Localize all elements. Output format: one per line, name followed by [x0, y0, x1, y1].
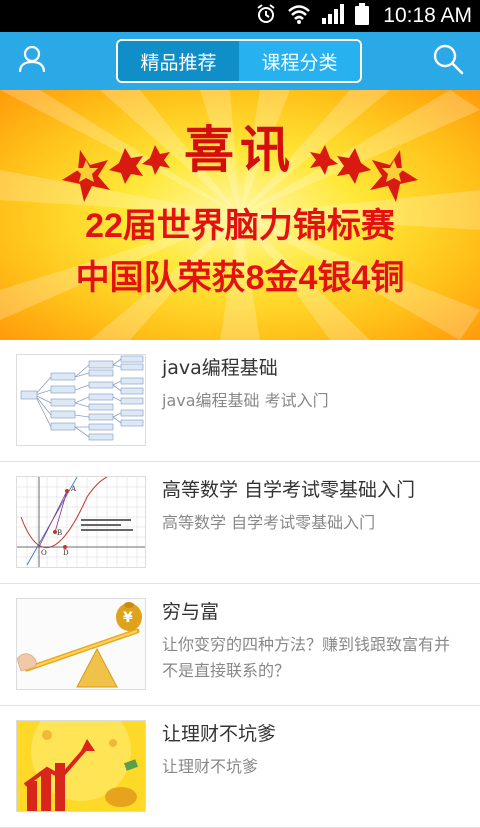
- course-title: 让理财不坑爹: [162, 723, 277, 745]
- tab-featured[interactable]: 精品推荐: [118, 41, 239, 81]
- tab-categories[interactable]: 课程分类: [239, 41, 360, 81]
- promo-banner[interactable]: 喜讯 22届世界脑力锦标赛 中国队荣获8金4银4铜: [0, 90, 480, 340]
- battery-icon: [355, 3, 370, 29]
- banner-line-1: 22届世界脑力锦标赛: [85, 207, 395, 245]
- finance-thumbnail: [16, 720, 146, 812]
- course-title: java编程基础: [162, 357, 278, 379]
- profile-button[interactable]: [0, 32, 64, 90]
- svg-text:¥: ¥: [123, 610, 133, 626]
- status-bar: 10:18 AM: [0, 0, 480, 32]
- svg-text:O: O: [41, 549, 47, 557]
- list-item[interactable]: java编程基础 java编程基础 考试入门: [0, 340, 480, 462]
- user-icon: [17, 44, 47, 78]
- banner-headline: 喜讯: [184, 122, 296, 178]
- app-header: 精品推荐 课程分类: [0, 32, 480, 90]
- course-description: 让理财不坑爹: [162, 757, 259, 776]
- svg-text:D: D: [63, 549, 69, 557]
- list-item[interactable]: ¥ 穷与富 让你变穷的四种方法？赚到钱跟致富有并不是直接联系的？: [0, 584, 480, 706]
- course-title: 高等数学 自学考试零基础入门: [162, 479, 416, 501]
- search-icon: [432, 43, 464, 79]
- alarm-icon: [255, 3, 277, 29]
- course-description: 让你变穷的四种方法？赚到钱跟致富有并不是直接联系的？: [162, 635, 451, 680]
- list-item[interactable]: 让理财不坑爹 让理财不坑爹: [0, 706, 480, 828]
- list-item[interactable]: A B O D 高等数学 自学考试零基础入门 高等数学 自学考试零基础入门: [0, 462, 480, 584]
- banner-line-2: 中国队荣获8金4银4铜: [75, 259, 405, 297]
- signal-icon: [321, 3, 345, 29]
- course-list: java编程基础 java编程基础 考试入门 A B O D 高等数学 自学考试…: [0, 340, 480, 828]
- course-description: 高等数学 自学考试零基础入门: [162, 513, 376, 532]
- course-title: 穷与富: [162, 601, 220, 623]
- graph-thumbnail: A B O D: [16, 476, 146, 568]
- money-scale-thumbnail: ¥: [16, 598, 146, 690]
- status-time: 10:18 AM: [383, 4, 472, 27]
- wifi-icon: [287, 3, 311, 29]
- svg-text:A: A: [70, 485, 77, 493]
- tab-switcher: 精品推荐 课程分类: [116, 39, 362, 83]
- course-description: java编程基础 考试入门: [162, 391, 329, 410]
- search-button[interactable]: [416, 32, 480, 90]
- mindmap-thumbnail: [16, 354, 146, 446]
- svg-text:B: B: [57, 529, 62, 537]
